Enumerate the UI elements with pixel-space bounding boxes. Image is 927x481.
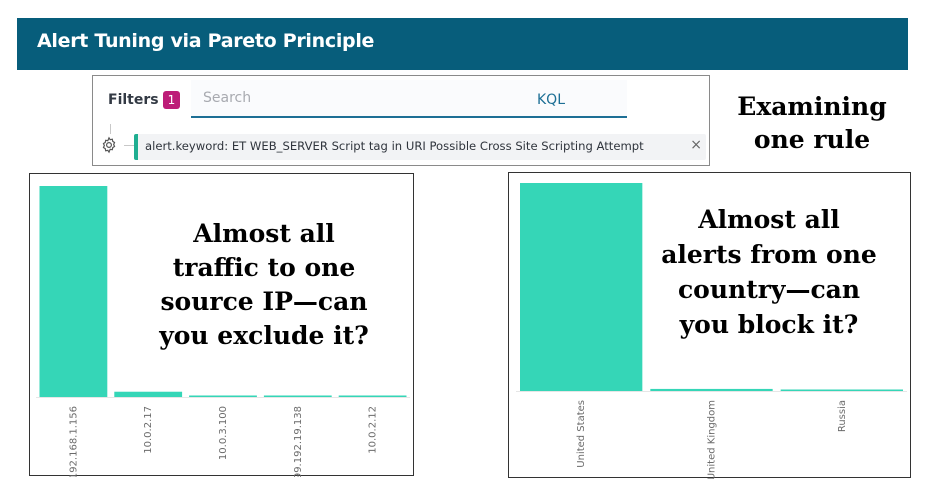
side-note-line-2: one rule (753, 125, 871, 154)
title-banner: Alert Tuning via Pareto Principle (17, 18, 908, 70)
source-ip-chart-bar[interactable] (39, 186, 108, 397)
gear-icon[interactable] (100, 136, 118, 154)
country-chart-bar[interactable] (650, 388, 773, 391)
country-chart-tick-label: Russia (837, 400, 848, 432)
country-chart-tick-label: United States (576, 400, 587, 468)
source-ip-chart-tick-label: 10.0.3.100 (218, 406, 229, 460)
active-filter-text: alert.keyword: ET WEB_SERVER Script tag … (145, 139, 644, 153)
source-ip-chart-bar[interactable] (114, 391, 183, 397)
caption-line: you exclude it? (159, 321, 369, 350)
source-ip-chart-bar[interactable] (189, 395, 257, 398)
source-ip-chart-tick-label: 192.168.1.156 (68, 406, 79, 477)
caption-line: Almost all (698, 205, 840, 234)
caption-line: alerts from one (661, 240, 877, 269)
caption-line: you block it? (679, 310, 859, 339)
source-ip-chart-bar[interactable] (338, 395, 407, 398)
filter-bar: Filters 1 KQL alert.keyword: ET WEB_SERV… (92, 75, 710, 166)
source-ip-chart-bar[interactable] (263, 395, 332, 398)
country-chart-bar[interactable] (780, 389, 903, 392)
source-ip-chart-tick-label: 10.0.2.12 (368, 406, 379, 454)
side-note-line-1: Examining (737, 92, 887, 121)
slide-title: Alert Tuning via Pareto Principle (37, 30, 375, 52)
divider (110, 124, 111, 134)
side-note: Examining one rule (712, 90, 912, 156)
country-chart-bar[interactable] (520, 183, 643, 391)
caption-line: traffic to one (172, 253, 356, 282)
filters-count-badge: 1 (163, 91, 180, 109)
country-chart-tick-label: United Kingdom (707, 400, 718, 479)
left-chart-caption: Almost all traffic to one source IP—can … (134, 217, 394, 353)
source-ip-chart-tick-label: 199.192.19.138 (293, 406, 304, 477)
slide: Alert Tuning via Pareto Principle Filter… (0, 0, 927, 481)
filters-button[interactable]: Filters (108, 92, 159, 108)
caption-line: Almost all (193, 219, 335, 248)
right-chart-caption: Almost all alerts from one country—can y… (649, 202, 889, 342)
kql-toggle-button[interactable]: KQL (537, 92, 565, 108)
caption-line: country—can (677, 275, 861, 304)
caption-line: source IP—can (160, 287, 368, 316)
source-ip-chart-tick-label: 10.0.2.17 (143, 406, 154, 454)
active-filter-pill[interactable]: alert.keyword: ET WEB_SERVER Script tag … (134, 134, 706, 160)
close-icon[interactable]: × (690, 137, 702, 153)
source-ip-chart: 192.168.1.156 10.0.2.17 10.0.3.100 199.192.… (29, 173, 414, 477)
country-chart: United States United Kingdom Russia Almost… (508, 172, 911, 479)
